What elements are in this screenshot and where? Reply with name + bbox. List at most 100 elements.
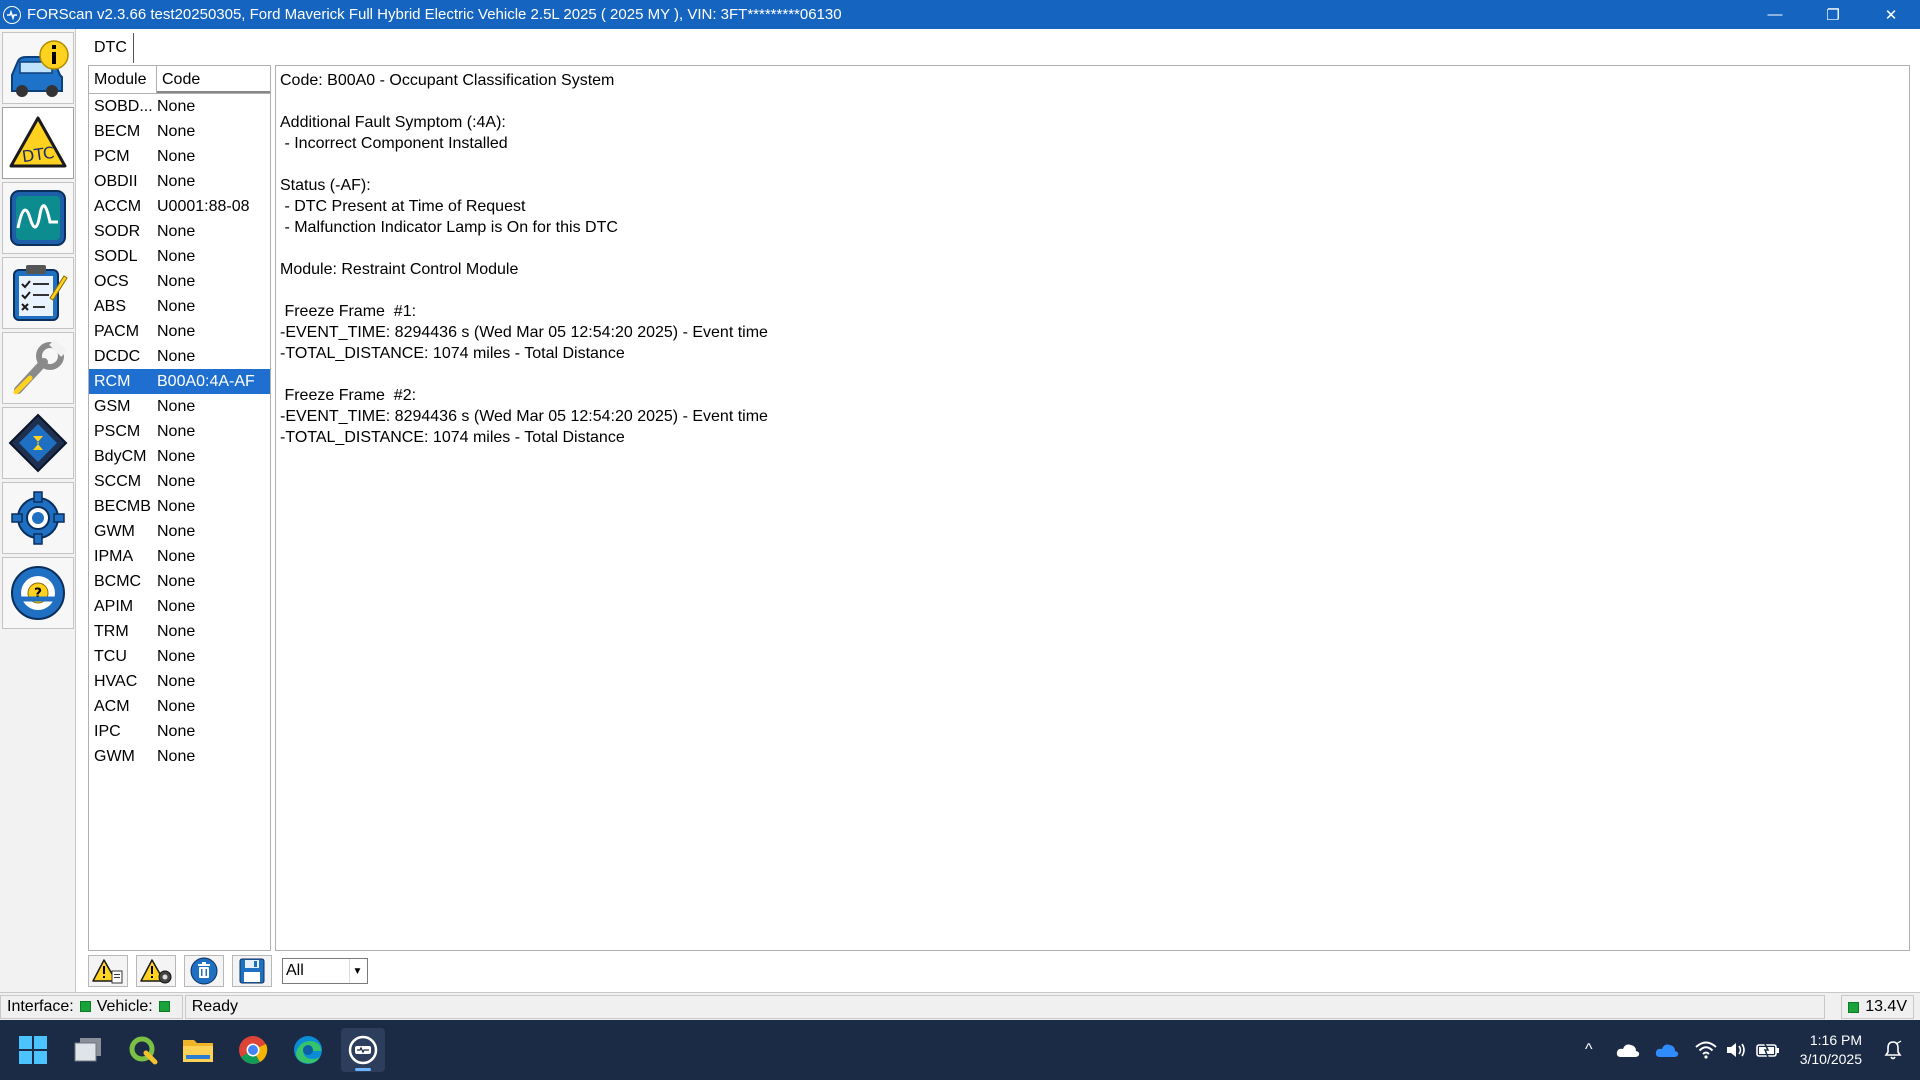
dtc-table-row[interactable]: TCU None bbox=[89, 644, 270, 669]
dtc-code-cell: None bbox=[157, 523, 196, 540]
dtc-code-cell: None bbox=[157, 148, 196, 165]
volume-icon[interactable] bbox=[1722, 1035, 1752, 1065]
dtc-table-row[interactable]: BECM None bbox=[89, 119, 270, 144]
minimize-button[interactable]: — bbox=[1746, 0, 1804, 29]
column-header-module[interactable]: Module bbox=[89, 66, 157, 93]
detail-line bbox=[280, 91, 1905, 112]
dtc-table-row[interactable]: GSM None bbox=[89, 394, 270, 419]
dtc-button[interactable]: DTC bbox=[2, 107, 74, 179]
dtc-table-row[interactable]: PACM None bbox=[89, 319, 270, 344]
status-message: Ready bbox=[184, 994, 1825, 1019]
dtc-table-row[interactable]: BCMC None bbox=[89, 569, 270, 594]
detail-line bbox=[280, 154, 1905, 175]
programming-button[interactable] bbox=[2, 407, 74, 479]
checklist-button[interactable] bbox=[2, 257, 74, 329]
dtc-table-row[interactable]: OBDII None bbox=[89, 169, 270, 194]
dtc-filter-select[interactable]: All ▼ bbox=[282, 958, 368, 984]
task-view-icon bbox=[74, 1038, 101, 1062]
dtc-table-row[interactable]: HVAC None bbox=[89, 669, 270, 694]
dtc-table-row[interactable]: SODL None bbox=[89, 244, 270, 269]
dtc-code-cell: U0001:88-08 bbox=[157, 198, 250, 215]
dtc-code-cell: None bbox=[157, 598, 196, 615]
dtc-module-cell: OBDII bbox=[94, 173, 138, 190]
wifi-icon[interactable] bbox=[1691, 1035, 1721, 1065]
windows-start-icon bbox=[19, 1036, 47, 1064]
tray-overflow-chevron-icon[interactable]: ^ bbox=[1574, 1035, 1604, 1065]
dtc-detail-panel[interactable]: Code: B00A0 - Occupant Classification Sy… bbox=[275, 65, 1910, 951]
close-button[interactable]: ✕ bbox=[1862, 0, 1920, 29]
dtc-module-cell: HVAC bbox=[94, 673, 138, 690]
chrome-button[interactable] bbox=[231, 1028, 275, 1072]
file-explorer-button[interactable] bbox=[176, 1028, 220, 1072]
tab-dtc[interactable]: DTC bbox=[88, 33, 134, 63]
title-bar: FORScan v2.3.66 test20250305, Ford Maver… bbox=[0, 0, 1920, 29]
detail-line bbox=[280, 364, 1905, 385]
dtc-module-cell: DCDC bbox=[94, 348, 141, 365]
dtc-table-row[interactable]: GWM None bbox=[89, 519, 270, 544]
windows-start-button[interactable] bbox=[11, 1028, 55, 1072]
detail-line bbox=[280, 280, 1905, 301]
restore-button[interactable]: ❐ bbox=[1804, 0, 1862, 29]
dtc-module-cell: SODL bbox=[94, 248, 138, 265]
read-dtc-button[interactable] bbox=[88, 955, 128, 987]
vehicle-info-button[interactable] bbox=[2, 32, 74, 104]
dtc-table-row[interactable]: GWM None bbox=[89, 744, 270, 769]
detail-line: - Incorrect Component Installed bbox=[280, 135, 508, 152]
chevron-down-icon[interactable]: ▼ bbox=[349, 959, 365, 983]
dtc-table-row[interactable]: IPC None bbox=[89, 719, 270, 744]
dtc-module-cell: PCM bbox=[94, 148, 130, 165]
dtc-module-cell: IPMA bbox=[94, 548, 134, 565]
vehicle-info-icon bbox=[11, 40, 69, 97]
column-header-code[interactable]: Code bbox=[157, 66, 270, 93]
task-view-button[interactable] bbox=[66, 1028, 110, 1072]
status-text: Ready bbox=[191, 997, 238, 1015]
dtc-table-row[interactable]: ABS None bbox=[89, 294, 270, 319]
dtc-module-cell: ABS bbox=[94, 298, 127, 315]
clear-dtc-button[interactable] bbox=[136, 955, 176, 987]
forscan-taskbar-button[interactable] bbox=[341, 1028, 385, 1072]
detail-line: Additional Fault Symptom (:4A): bbox=[280, 114, 506, 131]
floppy-disk-icon bbox=[239, 958, 265, 984]
settings-button[interactable] bbox=[2, 482, 74, 554]
service-button[interactable] bbox=[2, 332, 74, 404]
dtc-module-cell: GSM bbox=[94, 398, 131, 415]
dtc-table-row[interactable]: SOBD... None bbox=[89, 94, 270, 119]
edge-button[interactable] bbox=[286, 1028, 330, 1072]
oscilloscope-button[interactable] bbox=[2, 182, 74, 254]
dtc-code-cell: None bbox=[157, 173, 196, 190]
dtc-table-row[interactable]: APIM None bbox=[89, 594, 270, 619]
dtc-table-row[interactable]: RCM B00A0:4A-AF bbox=[89, 369, 270, 394]
notification-center-icon[interactable] bbox=[1878, 1035, 1908, 1065]
help-button[interactable]: ? bbox=[2, 557, 74, 629]
dtc-table-row[interactable]: IPMA None bbox=[89, 544, 270, 569]
battery-icon[interactable] bbox=[1753, 1035, 1783, 1065]
dtc-table-row[interactable]: TRM None bbox=[89, 619, 270, 644]
dtc-table-row[interactable]: PCM None bbox=[89, 144, 270, 169]
window-title: FORScan v2.3.66 test20250305, Ford Maver… bbox=[27, 6, 842, 23]
taskbar-clock[interactable]: 1:16 PM 3/10/2025 bbox=[1800, 1031, 1862, 1069]
forscan-taskbar-icon bbox=[348, 1035, 378, 1065]
dtc-table-row[interactable]: ACCM U0001:88-08 bbox=[89, 194, 270, 219]
dtc-table-row[interactable]: BECMB None bbox=[89, 494, 270, 519]
dtc-table-row[interactable]: DCDC None bbox=[89, 344, 270, 369]
battery-voltage: 13.4V bbox=[1841, 995, 1914, 1019]
dtc-table-row[interactable]: OCS None bbox=[89, 269, 270, 294]
onedrive-personal-icon[interactable] bbox=[1613, 1035, 1643, 1065]
dtc-module-cell: SCCM bbox=[94, 473, 142, 490]
trash-icon bbox=[190, 957, 218, 985]
dtc-code-cell: None bbox=[157, 298, 196, 315]
wrench-icon bbox=[13, 339, 67, 395]
dtc-table-row[interactable]: SCCM None bbox=[89, 469, 270, 494]
forscan-app-icon bbox=[3, 5, 21, 24]
dtc-table-row[interactable]: SODR None bbox=[89, 219, 270, 244]
dtc-table-row[interactable]: ACM None bbox=[89, 694, 270, 719]
dtc-table-row[interactable]: PSCM None bbox=[89, 419, 270, 444]
delete-button[interactable] bbox=[184, 955, 224, 987]
dtc-code-cell: None bbox=[157, 323, 196, 340]
onedrive-business-icon[interactable] bbox=[1652, 1035, 1682, 1065]
save-button[interactable] bbox=[232, 955, 272, 987]
dtc-table-row[interactable]: BdyCM None bbox=[89, 444, 270, 469]
qgis-button[interactable] bbox=[121, 1028, 165, 1072]
dtc-code-cell: None bbox=[157, 273, 196, 290]
detail-line: -EVENT_TIME: 8294436 s (Wed Mar 05 12:54… bbox=[280, 408, 768, 425]
